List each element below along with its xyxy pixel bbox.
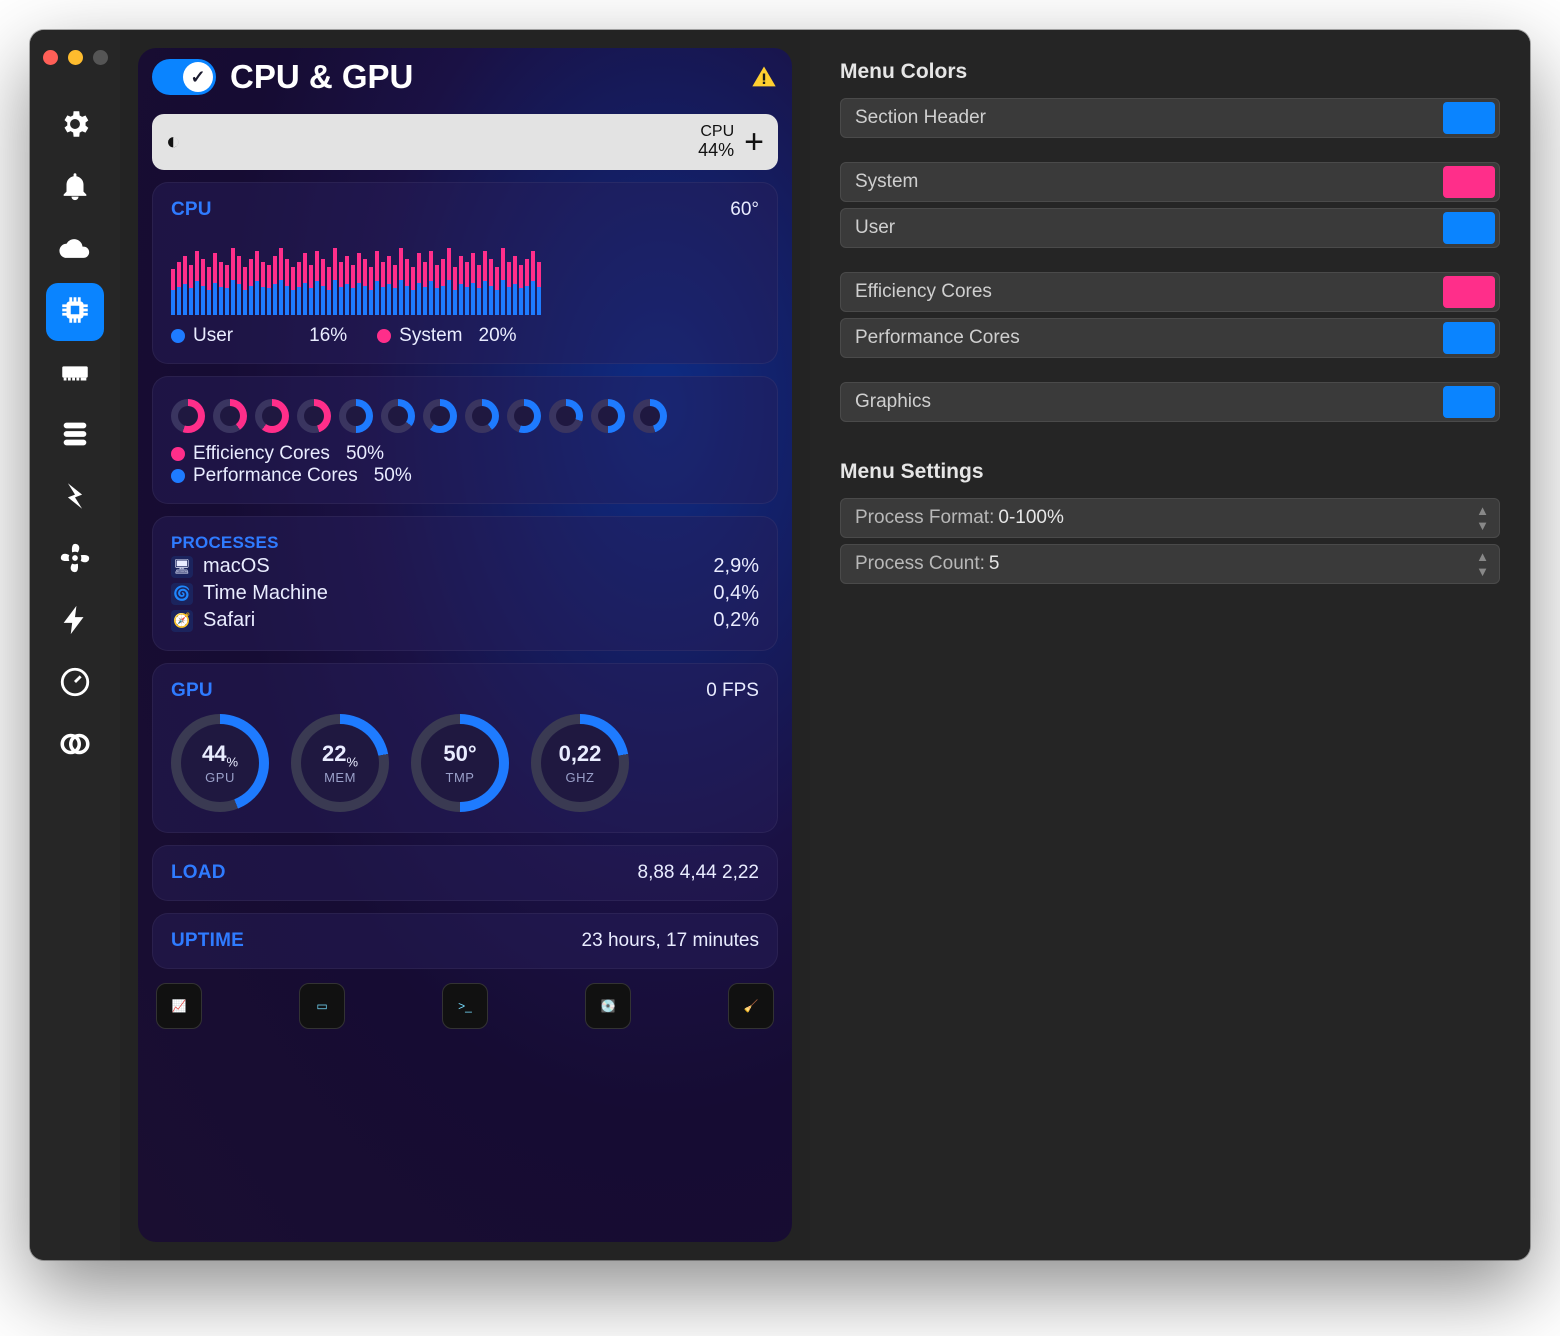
core-ring-5 [381,399,415,433]
sidebar-item-sensors[interactable] [46,655,104,713]
quick-launch-row: 📈 ▭ >_ 💽 🧹 [146,969,784,1029]
fan-icon [58,541,92,580]
color-swatch[interactable] [1443,322,1495,354]
sidebar-item-notifications[interactable] [46,159,104,217]
process-row: 🧭Safari0,2% [171,607,759,634]
config-panel: Menu Colors Section Header System User Effi… [810,30,1530,1260]
menu-colors-heading: Menu Colors [840,60,1500,84]
core-ring-11 [633,399,667,433]
cores-panel: Efficiency Cores 50% Performance Cores 5… [152,376,778,504]
gear-icon [58,107,92,146]
uptime-panel: UPTIME 23 hours, 17 minutes [152,913,778,969]
sidebar-item-cpu[interactable] [46,283,104,341]
user-legend-dot [171,329,185,343]
sidebar-item-memory[interactable] [46,345,104,403]
core-ring-2 [255,399,289,433]
menubar-value: CPU 44% [698,124,734,160]
select-process-format-[interactable]: Process Format: 0-100%▲▼ [840,498,1500,538]
process-row: 🖥macOS2,9% [171,553,759,580]
load-panel: LOAD 8,88 4,44 2,22 [152,845,778,901]
bolt-icon [58,603,92,642]
page-title: CPU & GPU [230,58,736,96]
color-row-user[interactable]: User [840,208,1500,248]
window-traffic-lights[interactable] [43,44,108,87]
minimize-icon[interactable] [68,50,83,65]
cloud-icon [58,231,92,270]
cpu-histogram [171,235,759,315]
gauge-icon [58,665,92,704]
sidebar-item-disks[interactable] [46,407,104,465]
sidebar-item-combined[interactable] [46,717,104,775]
disks-icon [58,417,92,456]
sidebar-item-settings[interactable] [46,97,104,155]
launch-terminal[interactable]: >_ [442,983,488,1029]
sidebar [30,30,120,1260]
processes-panel: PROCESSES 🖥macOS2,9%🌀Time Machine0,4%🧭Sa… [152,516,778,651]
core-ring-1 [213,399,247,433]
gauge-gpu: 44%GPU [171,714,269,812]
chevron-updown-icon: ▲▼ [1476,503,1495,533]
core-ring-3 [297,399,331,433]
chip-icon [58,293,92,332]
color-row-section-header[interactable]: Section Header [840,98,1500,138]
app-icon: 🖥 [171,556,193,578]
chevron-updown-icon: ▲▼ [1476,549,1495,579]
launch-cleaner[interactable]: 🧹 [728,983,774,1029]
core-ring-4 [339,399,373,433]
module-toggle[interactable] [152,59,216,95]
color-swatch[interactable] [1443,102,1495,134]
core-ring-10 [591,399,625,433]
color-row-efficiency-cores[interactable]: Efficiency Cores [840,272,1500,312]
network-icon [58,479,92,518]
gauge-mem: 22%MEM [291,714,389,812]
memory-icon [58,355,92,394]
bell-icon [58,169,92,208]
color-swatch[interactable] [1443,212,1495,244]
close-icon[interactable] [43,50,58,65]
process-row: 🌀Time Machine0,4% [171,580,759,607]
sidebar-item-network[interactable] [46,469,104,527]
menu-settings-heading: Menu Settings [840,460,1500,484]
warning-icon[interactable] [750,63,778,91]
color-swatch[interactable] [1443,166,1495,198]
launch-console[interactable]: ▭ [299,983,345,1029]
menubar-preview[interactable]: ◐ CPU 44% + [152,114,778,170]
core-ring-9 [549,399,583,433]
color-row-performance-cores[interactable]: Performance Cores [840,318,1500,358]
core-ring-0 [171,399,205,433]
core-ring-7 [465,399,499,433]
sidebar-item-weather[interactable] [46,221,104,279]
add-widget-button[interactable]: + [744,123,764,162]
preview-panel: CPU & GPU ◐ CPU 44% + [120,30,810,1260]
sidebar-item-fans[interactable] [46,531,104,589]
gauge-tmp: 50°TMP [411,714,509,812]
gpu-panel: GPU 0 FPS 44%GPU22%MEM50°TMP0,22GHZ [152,663,778,833]
app-icon: 🌀 [171,583,193,605]
select-process-count-[interactable]: Process Count: 5▲▼ [840,544,1500,584]
app-window: CPU & GPU ◐ CPU 44% + [30,30,1530,1260]
combined-icon [58,727,92,766]
color-row-system[interactable]: System [840,162,1500,202]
color-swatch[interactable] [1443,276,1495,308]
launch-activity[interactable]: 📈 [156,983,202,1029]
app-icon: 🧭 [171,610,193,632]
color-swatch[interactable] [1443,386,1495,418]
cpu-panel: CPU 60° User 16% System 20% [152,182,778,364]
sidebar-item-power[interactable] [46,593,104,651]
core-ring-8 [507,399,541,433]
contrast-icon: ◐ [166,128,181,156]
core-ring-6 [423,399,457,433]
maximize-icon[interactable] [93,50,108,65]
color-row-graphics[interactable]: Graphics [840,382,1500,422]
cpu-temp: 60° [730,199,759,221]
system-legend-dot [377,329,391,343]
gauge-ghz: 0,22GHZ [531,714,629,812]
cpu-heading: CPU [171,199,212,221]
launch-sysinfo[interactable]: 💽 [585,983,631,1029]
